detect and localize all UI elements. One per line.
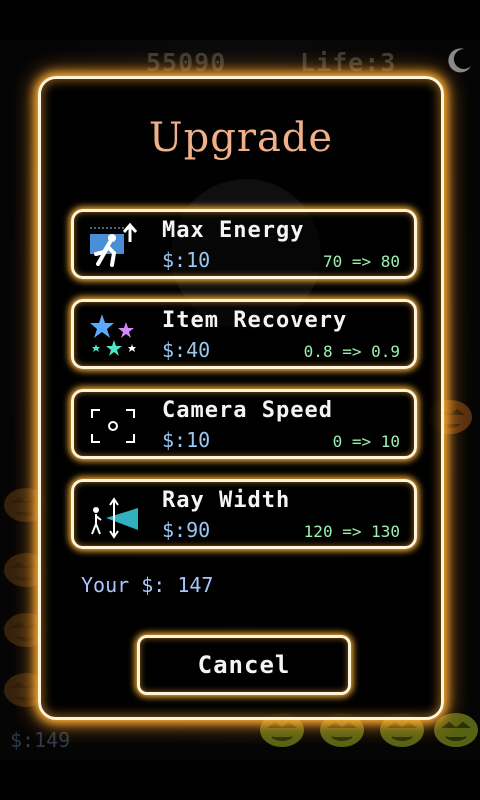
life-display: Life:3 [300, 48, 397, 77]
upgrade-price: $:10 [162, 248, 211, 272]
your-money-label: Your $: 147 [81, 573, 214, 597]
upgrade-dialog: Upgrade Max Energy $:10 70 => 80 Item Re… [38, 76, 444, 720]
upgrade-ray-width-button[interactable]: Ray Width $:90 120 => 130 [71, 479, 417, 549]
upgrade-item-recovery-button[interactable]: Item Recovery $:40 0.8 => 0.9 [71, 299, 417, 369]
upgrade-price: $:90 [162, 518, 211, 542]
score-display: 55090 [146, 48, 227, 77]
upgrade-change: 70 => 80 [322, 252, 400, 271]
stars-icon [90, 314, 136, 356]
upgrade-name: Ray Width [162, 488, 291, 513]
upgrade-change: 0.8 => 0.9 [303, 342, 400, 361]
upgrade-name: Max Energy [162, 218, 305, 243]
upgrade-max-energy-button[interactable]: Max Energy $:10 70 => 80 [71, 209, 417, 279]
upgrade-name: Item Recovery [162, 308, 348, 333]
upgrade-price: $:40 [162, 338, 211, 362]
camera-frame-icon [91, 409, 135, 443]
upgrade-name: Camera Speed [162, 398, 333, 423]
upgrade-change: 0 => 10 [332, 432, 400, 451]
upgrade-price: $:10 [162, 428, 211, 452]
ray-width-icon [91, 497, 138, 539]
upgrade-change: 120 => 130 [303, 522, 400, 541]
cancel-button[interactable]: Cancel [137, 635, 351, 695]
moon-icon[interactable] [444, 46, 474, 76]
running-man-arrow-icon [90, 222, 138, 267]
money-display: $:149 [10, 728, 71, 752]
dialog-title: Upgrade [148, 115, 334, 161]
upgrade-camera-speed-button[interactable]: Camera Speed $:10 0 => 10 [71, 389, 417, 459]
